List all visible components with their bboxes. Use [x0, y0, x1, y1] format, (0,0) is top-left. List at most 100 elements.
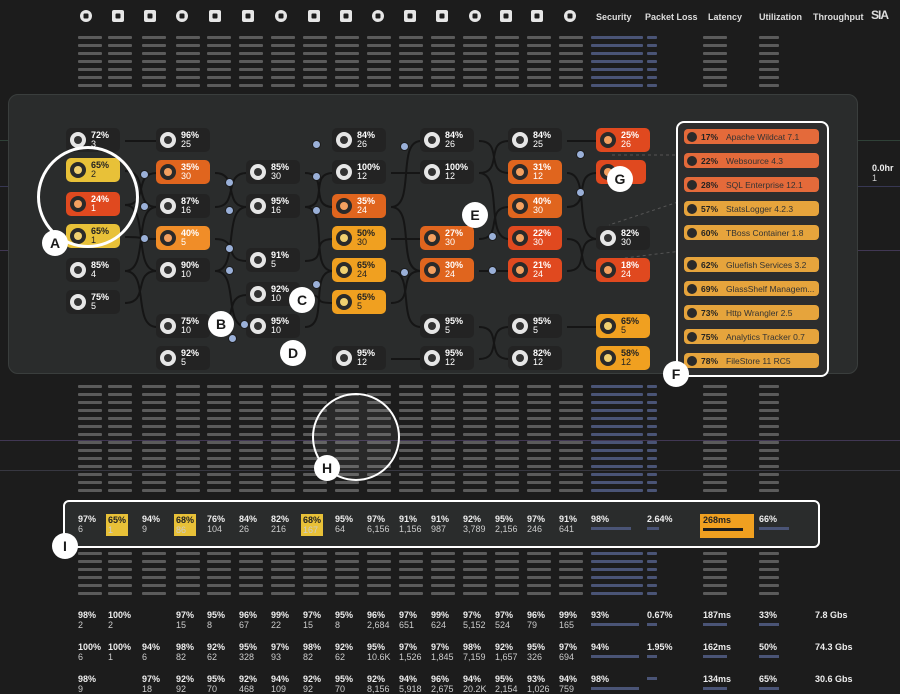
- column-header-throughput[interactable]: Throughput: [813, 12, 863, 22]
- topology-node[interactable]: 91% 5: [246, 248, 300, 272]
- link-dot[interactable]: [240, 320, 249, 329]
- topology-node[interactable]: 65% 5: [596, 314, 650, 338]
- bottom-cell[interactable]: 97% 524: [495, 610, 513, 630]
- monitor-icon[interactable]: [464, 6, 486, 26]
- topology-node[interactable]: 50% 30: [332, 226, 386, 250]
- topology-node[interactable]: 95% 5: [508, 314, 562, 338]
- highlight-cell[interactable]: 65% 1: [106, 514, 129, 536]
- bottom-cell[interactable]: 99% 165: [559, 610, 577, 630]
- bottom-cell[interactable]: 100% 2: [108, 610, 131, 630]
- bottom-cell[interactable]: 92% 62: [207, 642, 225, 662]
- topology-node[interactable]: 58% 12: [596, 346, 650, 370]
- service-item[interactable]: 22% Websource 4.3: [684, 153, 819, 168]
- topology-node[interactable]: 92% 5: [156, 346, 210, 370]
- list-icon[interactable]: [367, 6, 389, 26]
- column-header-latency[interactable]: Latency: [708, 12, 742, 22]
- bottom-cell[interactable]: 97% 1,526: [399, 642, 422, 662]
- highlight-packet-loss[interactable]: 2.64%: [647, 514, 673, 530]
- highlight-cell[interactable]: 76% 104: [207, 514, 225, 534]
- bottom-cell[interactable]: 92% 62: [335, 642, 353, 662]
- server-rack-icon[interactable]: [139, 6, 161, 26]
- topology-node[interactable]: 87% 16: [156, 194, 210, 218]
- topology-node[interactable]: 75% 5: [66, 290, 120, 314]
- bottom-cell[interactable]: 98% 7,159: [463, 642, 486, 662]
- link-dot[interactable]: [576, 188, 585, 197]
- highlight-cell[interactable]: 97% 6: [78, 514, 96, 534]
- bottom-cell[interactable]: 92% 8,156: [367, 674, 390, 694]
- bottom-cell[interactable]: 92% 92: [303, 674, 321, 694]
- topology-node[interactable]: 90% 10: [156, 258, 210, 282]
- topology-node[interactable]: 30% 24: [420, 258, 474, 282]
- topology-node[interactable]: 84% 26: [420, 128, 474, 152]
- topology-node[interactable]: 65% 24: [332, 258, 386, 282]
- bottom-security[interactable]: 98%: [591, 674, 639, 690]
- bottom-throughput[interactable]: 7.8 Gbs: [815, 610, 848, 620]
- link-dot[interactable]: [228, 334, 237, 343]
- column-header-security[interactable]: Security: [596, 12, 632, 22]
- topology-node[interactable]: 95% 10: [246, 314, 300, 338]
- stacked-list-icon[interactable]: [399, 6, 421, 26]
- bottom-cell[interactable]: 96% 2,675: [431, 674, 454, 694]
- column-header-utilization[interactable]: Utilization: [759, 12, 802, 22]
- table-icon[interactable]: [431, 6, 453, 26]
- bottom-cell[interactable]: 94% 759: [559, 674, 577, 694]
- bottom-cell[interactable]: 97% 694: [559, 642, 577, 662]
- highlight-cell[interactable]: 91% 1,156: [399, 514, 422, 534]
- route-icon[interactable]: [204, 6, 226, 26]
- bottom-cell[interactable]: 98% 9: [78, 674, 96, 694]
- link-dot[interactable]: [312, 140, 321, 149]
- bottom-security[interactable]: 93%: [591, 610, 639, 626]
- bottom-cell[interactable]: 97% 15: [303, 610, 321, 630]
- link-dot[interactable]: [400, 142, 409, 151]
- bottom-cell[interactable]: 97% 93: [271, 642, 289, 662]
- bottom-cell[interactable]: 96% 79: [527, 610, 545, 630]
- bottom-utilization[interactable]: 33%: [759, 610, 779, 626]
- highlight-cell[interactable]: 92% 3,789: [463, 514, 486, 534]
- link-dot[interactable]: [312, 280, 321, 289]
- plug-icon[interactable]: [75, 6, 97, 26]
- bottom-cell[interactable]: 92% 468: [239, 674, 257, 694]
- bottom-cell[interactable]: 100% 6: [78, 642, 101, 662]
- satellite-icon[interactable]: [107, 6, 129, 26]
- bottom-cell[interactable]: 94% 6: [142, 642, 160, 662]
- service-item[interactable]: 78% FileStore 11 RC5: [684, 353, 819, 368]
- highlight-security[interactable]: 98%: [591, 514, 631, 530]
- highlight-cell[interactable]: 82% 216: [271, 514, 289, 534]
- topology-node[interactable]: 95% 16: [246, 194, 300, 218]
- service-item[interactable]: 57% StatsLogger 4.2.3: [684, 201, 819, 216]
- triangle-network-icon[interactable]: [559, 6, 581, 26]
- bottom-cell[interactable]: 97% 651: [399, 610, 417, 630]
- service-item[interactable]: 73% Http Wrangler 2.5: [684, 305, 819, 320]
- bottom-cell[interactable]: 94% 20.2K: [463, 674, 487, 694]
- bottom-cell[interactable]: 99% 22: [271, 610, 289, 630]
- topology-node[interactable]: 95% 12: [332, 346, 386, 370]
- highlight-cell[interactable]: 97% 246: [527, 514, 545, 534]
- bottom-cell[interactable]: 94% 109: [271, 674, 289, 694]
- chip-icon[interactable]: [270, 6, 292, 26]
- highlight-cell[interactable]: 84% 26: [239, 514, 257, 534]
- inbox-icon[interactable]: [237, 6, 259, 26]
- bottom-cell[interactable]: 98% 82: [303, 642, 321, 662]
- bottom-cell[interactable]: 92% 1,657: [495, 642, 518, 662]
- phone-icon[interactable]: [495, 6, 517, 26]
- bottom-cell[interactable]: 95% 2,154: [495, 674, 518, 694]
- topology-node[interactable]: 100% 12: [332, 160, 386, 184]
- highlight-cell[interactable]: 97% 6,156: [367, 514, 390, 534]
- link-dot[interactable]: [225, 206, 234, 215]
- topology-node[interactable]: 84% 26: [332, 128, 386, 152]
- bottom-cell[interactable]: 100% 1: [108, 642, 131, 662]
- highlight-cell[interactable]: 68% 86: [174, 514, 197, 536]
- bottom-latency[interactable]: 187ms: [703, 610, 731, 626]
- link-dot[interactable]: [225, 244, 234, 253]
- gear-icon[interactable]: [526, 6, 548, 26]
- topology-node[interactable]: 82% 12: [508, 346, 562, 370]
- service-item[interactable]: 17% Apache Wildcat 7.1: [684, 129, 819, 144]
- link-dot[interactable]: [140, 202, 149, 211]
- service-item[interactable]: 75% Analytics Tracker 0.7: [684, 329, 819, 344]
- bottom-throughput[interactable]: 74.3 Gbs: [815, 642, 853, 652]
- highlight-cell[interactable]: 91% 641: [559, 514, 577, 534]
- flame-icon[interactable]: [303, 6, 325, 26]
- topology-node[interactable]: 95% 12: [420, 346, 474, 370]
- bottom-cell[interactable]: 97% 18: [142, 674, 160, 694]
- link-dot[interactable]: [400, 268, 409, 277]
